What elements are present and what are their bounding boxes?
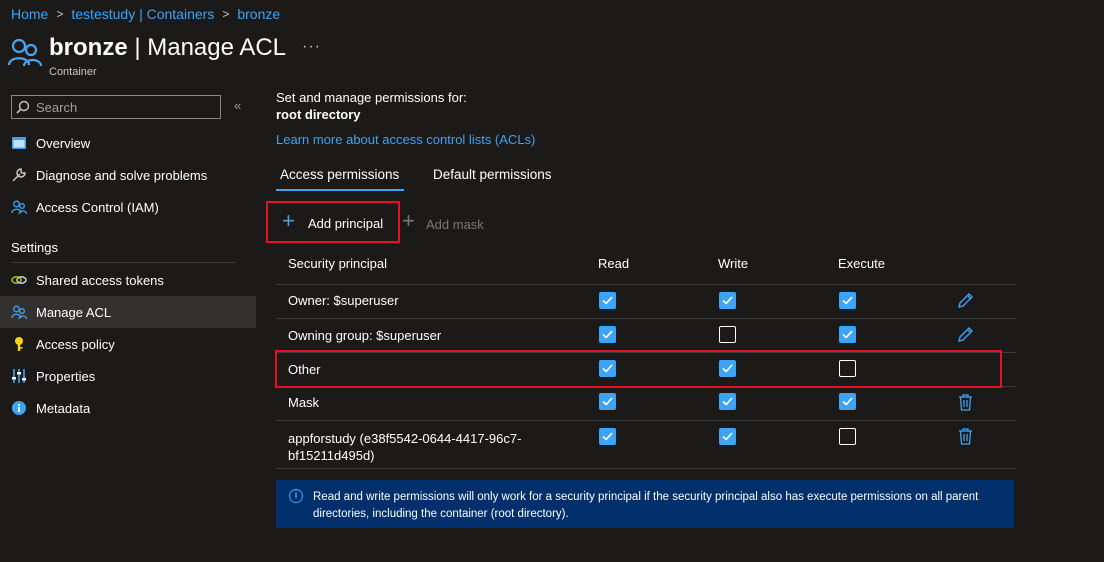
people-icon [11,200,27,215]
sidebar-item-label: Metadata [36,401,91,416]
search-placeholder: Search [36,100,78,115]
execute-checkbox[interactable] [839,393,856,410]
sidebar-item-metadata[interactable]: Metadata [0,392,256,424]
edit-icon[interactable] [957,326,974,343]
column-header-execute: Execute [838,256,885,271]
page-title: bronze | Manage ACL [49,34,286,62]
sidebar-item-iam[interactable]: Access Control (IAM) [0,191,256,223]
write-checkbox[interactable] [719,292,736,309]
plus-icon: + [282,208,295,233]
column-header-principal: Security principal [288,256,387,271]
sidebar-item-diagnose[interactable]: Diagnose and solve problems [0,159,256,191]
column-header-read: Read [598,256,630,271]
sidebar-item-properties[interactable]: Properties [0,360,256,392]
add-principal-button[interactable]: + Add principal [266,201,400,243]
sidebar-item-label: Overview [36,136,91,151]
execute-checkbox[interactable] [839,292,856,309]
sidebar-item-shared-access-tokens[interactable]: Shared access tokens [0,264,256,296]
column-header-write: Write [718,256,749,271]
add-principal-label: Add principal [308,216,384,231]
principal-cell: Owner: $superuser [288,293,399,308]
write-checkbox[interactable] [719,428,736,445]
read-checkbox[interactable] [599,326,616,343]
edit-icon[interactable] [957,292,974,309]
resource-name: bronze [49,34,128,61]
plus-icon: + [402,208,415,233]
sidebar-item-label: Manage ACL [36,305,112,320]
breadcrumb-home[interactable]: Home [11,6,48,22]
search-icon [16,100,30,114]
divider [11,262,236,263]
read-checkbox[interactable] [599,292,616,309]
settings-section-title: Settings [11,240,58,255]
breadcrumb-current[interactable]: bronze [237,6,280,22]
info-icon: i [289,489,303,503]
divider [276,468,1016,469]
highlight-box [275,350,1002,388]
active-tab-indicator [276,189,404,191]
sidebar-item-label: Access Control (IAM) [36,200,159,215]
write-checkbox[interactable] [719,393,736,410]
divider [276,420,1016,421]
chevron-right-icon: > [56,7,64,21]
sidebar-item-label: Access policy [36,337,115,352]
read-checkbox[interactable] [599,428,616,445]
chevron-right-icon: > [222,7,230,21]
breadcrumb: Home > testestudy | Containers > bronze [11,6,280,22]
page-subtitle: Container [49,66,97,78]
delete-icon[interactable] [958,394,973,411]
learn-more-link[interactable]: Learn more about access control lists (A… [276,132,535,147]
divider [276,284,1016,285]
delete-icon[interactable] [958,428,973,445]
execute-checkbox[interactable] [839,326,856,343]
principal-cell: Mask [288,395,320,410]
write-checkbox[interactable] [719,326,736,343]
search-input[interactable]: Search [11,95,221,119]
info-text: Read and write permissions will only wor… [313,491,979,520]
principal-cell: appforstudy (e38f5542-0644-4417-96c7- bf… [288,430,521,464]
link-icon [11,276,27,285]
divider [276,318,1016,319]
read-checkbox[interactable] [599,393,616,410]
page-section: | Manage ACL [127,34,287,61]
people-icon [8,38,42,67]
sidebar-item-label: Properties [36,369,96,384]
sidebar: Search « Overview Diagnose and solve pro… [0,88,256,562]
info-icon [12,401,26,415]
overview-icon [12,137,26,149]
sidebar-item-access-policy[interactable]: Access policy [0,328,256,360]
add-mask-label: Add mask [426,217,484,232]
sidebar-item-overview[interactable]: Overview [0,127,256,159]
principal-cell: Owning group: $superuser [288,328,442,343]
intro-text: Set and manage permissions for: [276,90,467,105]
principal-line: bf15211d495d) [288,448,375,463]
people-icon [11,305,27,320]
principal-line: appforstudy (e38f5542-0644-4417-96c7- [288,431,522,446]
tab-access-permissions[interactable]: Access permissions [280,167,399,182]
key-icon [15,337,23,351]
sidebar-item-label: Diagnose and solve problems [36,168,208,183]
sliders-icon [12,369,26,383]
collapse-sidebar-icon[interactable]: « [234,98,241,113]
info-banner: i Read and write permissions will only w… [276,480,1014,528]
target-path: root directory [276,107,361,122]
execute-checkbox[interactable] [839,428,856,445]
breadcrumb-containers[interactable]: testestudy | Containers [71,6,214,22]
more-options-button[interactable]: ··· [302,38,321,56]
sidebar-item-manage-acl[interactable]: Manage ACL [0,296,256,328]
sidebar-item-label: Shared access tokens [36,273,164,288]
tab-default-permissions[interactable]: Default permissions [433,167,552,182]
wrench-icon [12,168,26,182]
